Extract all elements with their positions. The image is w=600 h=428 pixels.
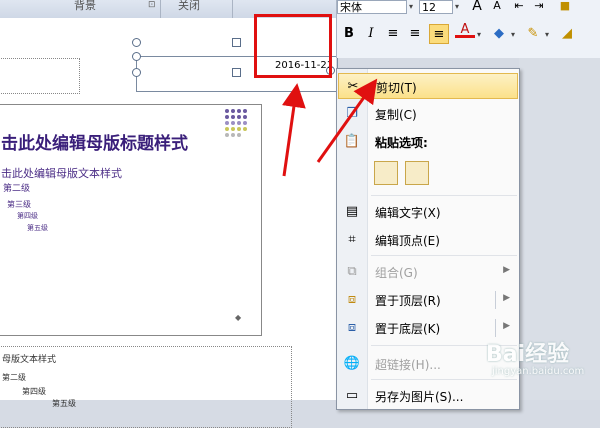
menu-item-label: 剪切(T) [376, 81, 417, 95]
resize-handle[interactable] [132, 52, 141, 61]
decoration-dots [225, 109, 253, 149]
slide-body-level4: 第四级 [17, 212, 38, 220]
menu-item-label: 另存为图片(S)... [375, 390, 464, 404]
group-icon: ⧉ [347, 264, 357, 279]
split-separator [495, 291, 496, 309]
ribbon-separator [160, 0, 161, 18]
copy-icon: ❐ [346, 106, 358, 121]
hyperlink-icon: 🌐 [343, 356, 361, 371]
paste-keep-formatting-button[interactable] [374, 161, 398, 185]
slide-title: 击此处编辑母版标题样式 [1, 134, 188, 154]
outdent-icon[interactable]: ⇥ [529, 0, 549, 16]
paste-options-header: 粘贴选项: [375, 136, 428, 150]
mini-toolbar: 宋体 ▾ 12 ▾ A A ⇤ ⇥ ■ B I ≡ ≡ ≡ A ▾ ◆ ▾ ✎ … [336, 0, 600, 58]
outline-color-icon[interactable]: ✎ [523, 24, 543, 44]
highlight-box [254, 14, 332, 78]
submenu-arrow-icon: ▶ [503, 265, 510, 275]
resize-handle[interactable] [132, 68, 141, 77]
align-right-button[interactable]: ≡ [429, 24, 449, 44]
menu-item-edit-text[interactable]: ▤ 编辑文字(X) [338, 199, 518, 225]
font-color-button[interactable]: A [455, 22, 475, 38]
menu-item-copy[interactable]: ❐ 复制(C) [338, 101, 518, 127]
menu-item-cut[interactable]: ✂ 剪切(T) [338, 73, 518, 99]
send-back-icon: ⧈ [347, 320, 357, 335]
placeholder-text-level1: 母版文本样式 [2, 355, 57, 365]
bold-button[interactable]: B [339, 24, 359, 44]
resize-handle[interactable] [232, 68, 241, 77]
menu-item-label: 编辑文字(X) [375, 206, 441, 220]
split-separator [495, 319, 496, 337]
menu-item-paste-options: 📋 粘贴选项: [338, 129, 518, 155]
ribbon-group-background: 背景 [74, 0, 96, 12]
slide-body-level5: 第五级 [27, 224, 48, 232]
ribbon-separator [232, 0, 233, 18]
slide-thumbnail[interactable]: 击此处编辑母版标题样式 击此处编辑母版文本样式 第二级 第三级 第四级 第五级 … [0, 104, 262, 336]
indent-icon[interactable]: ⇤ [509, 0, 529, 16]
menu-item-edit-points[interactable]: ⌗ 编辑顶点(E) [338, 227, 518, 253]
menu-item-label: 超链接(H)... [375, 358, 441, 372]
chevron-down-icon[interactable]: ▾ [511, 30, 515, 39]
shrink-font-icon[interactable]: A [487, 0, 507, 16]
slide-body-level2: 第二级 [3, 184, 31, 194]
chevron-down-icon[interactable]: ▾ [409, 2, 413, 11]
menu-item-label: 置于顶层(R) [375, 294, 441, 308]
edit-points-icon: ⌗ [348, 232, 356, 247]
menu-item-group[interactable]: ⧉ 组合(G) ▶ [338, 259, 518, 285]
text-box-icon: ▤ [345, 204, 359, 219]
placeholder-text-level4: 第四级 [22, 387, 46, 396]
font-size-box[interactable]: 12 [419, 0, 453, 14]
scissors-icon: ✂ [347, 79, 359, 94]
placeholder-frame[interactable] [0, 58, 80, 94]
menu-item-label: 置于底层(K) [375, 322, 441, 336]
slide-body-level3: 第三级 [7, 200, 31, 209]
slide-number-mark: ◆ [235, 313, 242, 322]
menu-separator [371, 195, 517, 196]
font-name-box[interactable]: 宋体 [337, 0, 407, 14]
save-picture-icon: ▭ [345, 388, 359, 403]
slide-body-level1: 击此处编辑母版文本样式 [1, 167, 122, 180]
menu-separator [371, 255, 517, 256]
submenu-arrow-icon[interactable]: ▶ [503, 293, 510, 303]
fill-color-icon[interactable]: ◆ [489, 24, 509, 44]
watermark-brand: Bai经验 [486, 342, 570, 367]
grow-font-icon[interactable]: A [467, 0, 487, 16]
paste-icon: 📋 [343, 134, 361, 149]
resize-handle[interactable] [132, 38, 141, 47]
menu-item-label: 编辑顶点(E) [375, 234, 440, 248]
menu-separator [371, 379, 517, 380]
italic-button[interactable]: I [361, 24, 381, 44]
shape-style-icon[interactable]: ◢ [557, 24, 577, 44]
menu-item-save-as-picture[interactable]: ▭ 另存为图片(S)... [338, 383, 518, 409]
chevron-down-icon[interactable]: ▾ [455, 2, 459, 11]
ribbon-group-close: 关闭 [178, 0, 200, 12]
align-left-icon[interactable]: ≡ [383, 24, 403, 44]
align-center-icon[interactable]: ≡ [405, 24, 425, 44]
menu-item-bring-to-front[interactable]: ⧈ 置于顶层(R) ▶ [338, 287, 518, 313]
format-painter-icon[interactable]: ■ [555, 0, 575, 16]
submenu-arrow-icon[interactable]: ▶ [503, 321, 510, 331]
menu-item-label: 组合(G) [375, 266, 418, 280]
paste-picture-button[interactable] [405, 161, 429, 185]
placeholder-text-level2: 第二级 [2, 373, 26, 382]
watermark-url: jingyan.baidu.com [492, 366, 585, 377]
resize-handle[interactable] [232, 38, 241, 47]
chevron-down-icon[interactable]: ▾ [545, 30, 549, 39]
dialog-launcher-icon[interactable]: ⊡ [148, 0, 156, 10]
menu-item-label: 复制(C) [375, 108, 417, 122]
chevron-down-icon[interactable]: ▾ [477, 30, 481, 39]
bring-front-icon: ⧈ [347, 292, 357, 307]
